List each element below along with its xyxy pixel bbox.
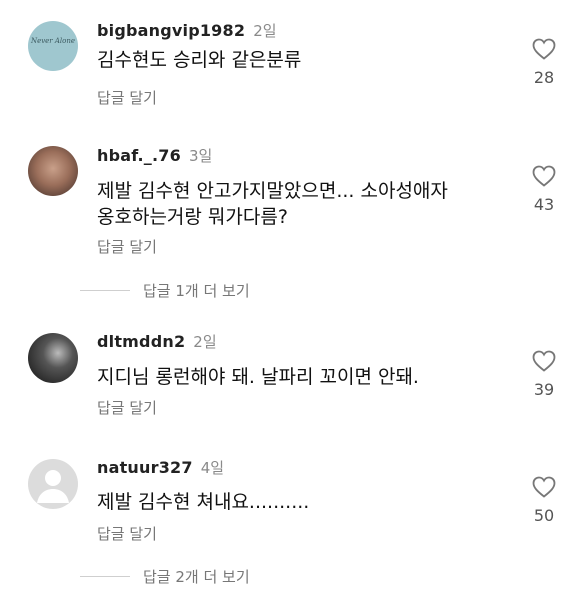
- view-more-replies-button[interactable]: 답글 1개 더 보기: [80, 280, 250, 301]
- comment-text: 김수현도 승리와 같은분류: [97, 49, 302, 71]
- reply-button[interactable]: 답글 달기: [97, 236, 157, 257]
- default-avatar-icon: [37, 470, 69, 503]
- heart-icon: [532, 476, 556, 498]
- username[interactable]: dltmddn2: [97, 332, 185, 351]
- avatar-logo-text: Never Alone: [30, 37, 76, 45]
- reply-button[interactable]: 답글 달기: [97, 397, 157, 418]
- like-button[interactable]: 50: [529, 476, 559, 525]
- avatar[interactable]: Never Alone: [28, 21, 78, 71]
- like-button[interactable]: 39: [529, 350, 559, 399]
- reply-button[interactable]: 답글 달기: [97, 523, 157, 544]
- comment-meta: hbaf._.76 3일: [97, 145, 212, 166]
- heart-icon: [532, 350, 556, 372]
- like-button[interactable]: 43: [529, 165, 559, 214]
- view-more-label: 답글 1개 더 보기: [143, 282, 250, 300]
- timestamp: 3일: [188, 147, 213, 165]
- avatar[interactable]: [28, 146, 78, 196]
- username[interactable]: hbaf._.76: [97, 146, 181, 165]
- comment-text-line: 옹호하는거랑 뭐가다름?: [97, 206, 288, 228]
- comment-meta: natuur327 4일: [97, 457, 224, 478]
- like-count: 43: [533, 195, 555, 214]
- avatar[interactable]: [28, 459, 78, 509]
- heart-icon: [532, 38, 556, 60]
- timestamp: 2일: [253, 22, 277, 40]
- like-count: 50: [533, 506, 555, 525]
- avatar[interactable]: [28, 333, 78, 383]
- heart-icon: [532, 165, 556, 187]
- timestamp: 2일: [193, 333, 217, 351]
- view-more-label: 답글 2개 더 보기: [143, 568, 250, 586]
- like-count: 39: [533, 380, 555, 399]
- like-button[interactable]: 28: [529, 38, 559, 87]
- view-more-replies-button[interactable]: 답글 2개 더 보기: [80, 566, 250, 587]
- timestamp: 4일: [200, 459, 225, 477]
- reply-button[interactable]: 답글 달기: [97, 87, 157, 108]
- divider-line: [80, 576, 130, 577]
- comment-text: 제발 김수현 쳐내요..........: [97, 491, 310, 513]
- like-count: 28: [533, 68, 555, 87]
- comment-meta: dltmddn2 2일: [97, 331, 217, 352]
- username[interactable]: bigbangvip1982: [97, 21, 245, 40]
- comment-text: 지디님 롱런해야 돼. 날파리 꼬이면 안돼.: [97, 366, 419, 388]
- comment-meta: bigbangvip1982 2일: [97, 20, 277, 41]
- username[interactable]: natuur327: [97, 458, 193, 477]
- divider-line: [80, 290, 130, 291]
